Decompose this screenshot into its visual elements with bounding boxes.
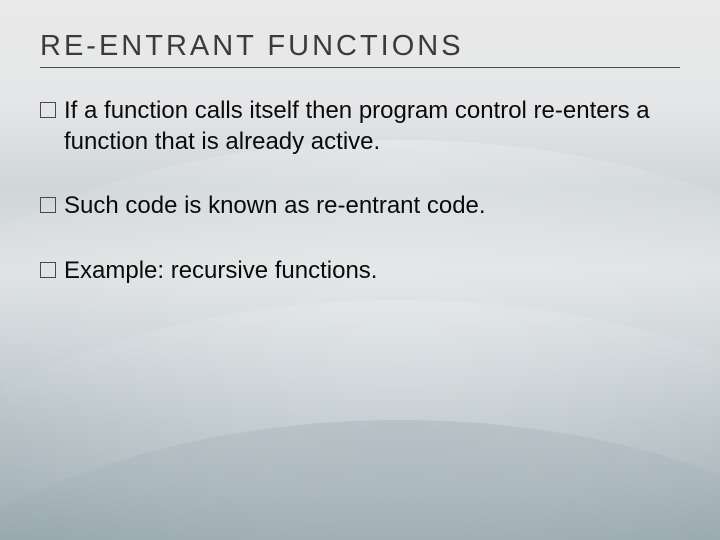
square-bullet-icon xyxy=(40,262,56,278)
slide: RE-ENTRANT FUNCTIONS If a function calls… xyxy=(0,0,720,540)
square-bullet-icon xyxy=(40,102,56,118)
bullet-text: Example: recursive functions. xyxy=(64,256,680,287)
list-item: Such code is known as re-entrant code. xyxy=(40,191,680,222)
content-body: If a function calls itself then program … xyxy=(40,96,680,287)
square-bullet-icon xyxy=(40,197,56,213)
list-item: If a function calls itself then program … xyxy=(40,96,680,157)
bullet-text: Such code is known as re-entrant code. xyxy=(64,191,680,222)
bullet-text: If a function calls itself then program … xyxy=(64,96,680,157)
list-item: Example: recursive functions. xyxy=(40,256,680,287)
page-title: RE-ENTRANT FUNCTIONS xyxy=(40,30,680,68)
